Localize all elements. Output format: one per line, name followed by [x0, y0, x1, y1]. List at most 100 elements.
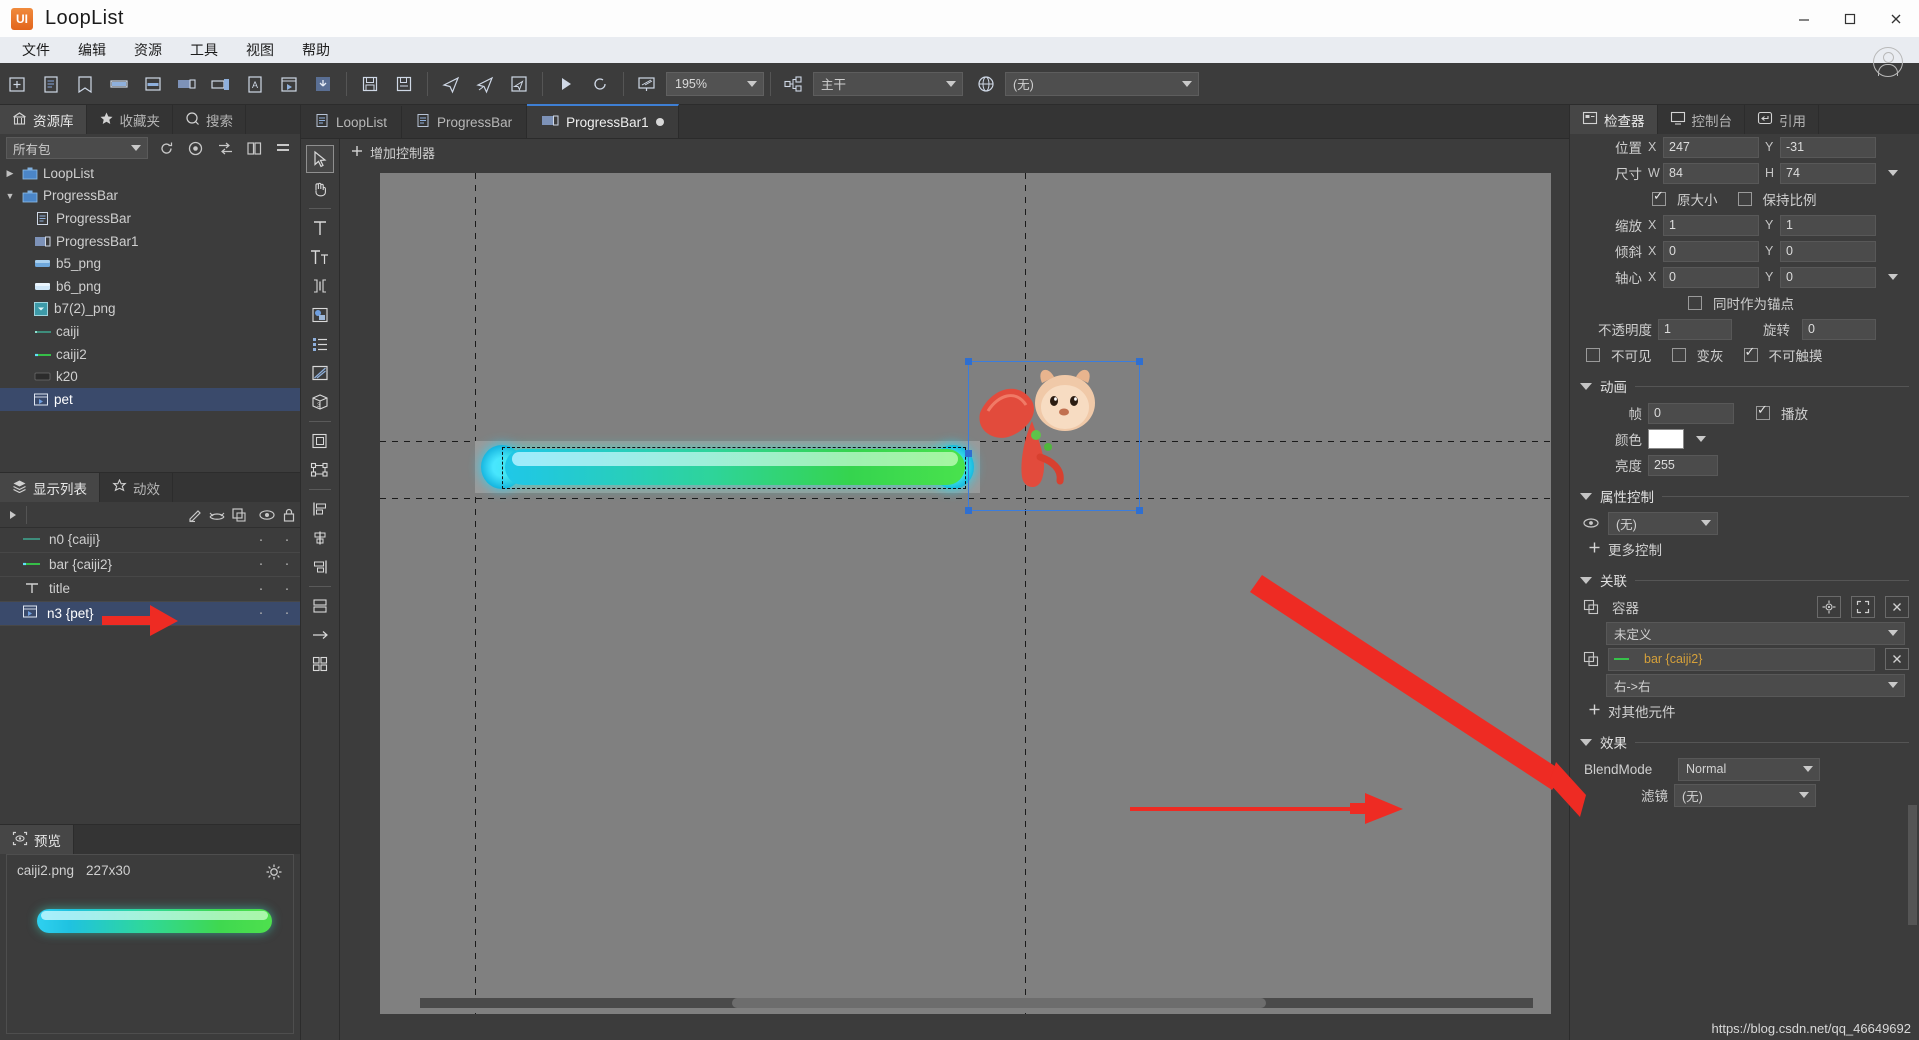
tree-item-progressbar[interactable]: ProgressBar — [0, 207, 300, 230]
resize-handle-tl[interactable] — [965, 358, 972, 365]
locate-icon[interactable] — [185, 137, 206, 159]
chevron-down-icon[interactable] — [741, 73, 763, 95]
lock-toggle[interactable]: · — [274, 581, 300, 596]
tree-item-caiji2[interactable]: caiji2 — [0, 343, 300, 366]
lock-icon[interactable] — [278, 504, 300, 526]
tree-item-progressbar1[interactable]: ProgressBar1 — [0, 230, 300, 253]
chevron-right-icon[interactable]: ▶ — [4, 168, 16, 179]
tab-display-list[interactable]: 显示列表 — [0, 473, 100, 502]
resize-handle-bl[interactable] — [965, 507, 972, 514]
scale-x-input[interactable]: 1 — [1663, 214, 1759, 236]
tab-preview[interactable]: 预览 — [0, 825, 74, 854]
group-tool-icon[interactable] — [307, 457, 333, 483]
minimize-button[interactable] — [1781, 0, 1827, 37]
relation-section-header[interactable]: 关联 — [1580, 566, 1909, 594]
rich-text-tool-icon[interactable] — [307, 244, 333, 270]
close-button[interactable] — [1873, 0, 1919, 37]
tree-item-k20[interactable]: k20 — [0, 365, 300, 388]
bar-component-icon[interactable] — [104, 71, 134, 97]
rotation-input[interactable]: 0 — [1802, 318, 1876, 340]
container-select[interactable]: 未定义 — [1606, 621, 1905, 645]
new-document-icon[interactable] — [36, 71, 66, 97]
resize-handle-tr[interactable] — [1136, 358, 1143, 365]
invisible-checkbox[interactable] — [1586, 348, 1600, 362]
sort-icon[interactable] — [214, 137, 235, 159]
publish-icon[interactable] — [436, 71, 466, 97]
package-filter-select[interactable]: 所有包 — [6, 137, 148, 159]
zoom-level-combo[interactable]: 195% — [666, 71, 764, 96]
color-swatch[interactable] — [1648, 429, 1684, 449]
component-tool-icon[interactable] — [307, 428, 333, 454]
chevron-down-icon[interactable]: ▼ — [4, 191, 16, 201]
user-avatar[interactable] — [1873, 47, 1903, 77]
movieclip-icon[interactable] — [274, 71, 304, 97]
filmstrip-icon[interactable] — [172, 71, 202, 97]
property-control-section-header[interactable]: 属性控制 — [1580, 482, 1909, 510]
publish-settings-icon[interactable] — [504, 71, 534, 97]
play-icon[interactable] — [551, 71, 581, 97]
columns-icon[interactable] — [244, 137, 265, 159]
animation-section-header[interactable]: 动画 — [1580, 372, 1909, 400]
chevron-down-icon[interactable] — [1176, 73, 1198, 95]
filter-select[interactable]: (无) — [1674, 783, 1816, 807]
branch-select[interactable]: 主干 — [813, 71, 963, 96]
add-more-control-button[interactable]: 更多控制 — [1580, 536, 1909, 562]
untouchable-checkbox[interactable] — [1743, 344, 1758, 362]
display-list-item-title[interactable]: title · · — [0, 577, 300, 602]
duplicate-icon[interactable] — [228, 504, 250, 526]
progress-bar-asset[interactable] — [475, 441, 980, 493]
menu-tools[interactable]: 工具 — [176, 38, 232, 62]
save-icon[interactable] — [355, 71, 385, 97]
refresh-icon[interactable] — [156, 137, 177, 159]
scale-y-input[interactable]: 1 — [1780, 214, 1876, 236]
chevron-down-icon[interactable] — [1882, 674, 1904, 696]
blendmode-select[interactable]: Normal — [1678, 757, 1820, 781]
play-checkbox[interactable] — [1756, 402, 1770, 420]
document-tab-progressbar1[interactable]: ProgressBar1 — [527, 104, 679, 138]
menu-resource[interactable]: 资源 — [120, 38, 176, 62]
tab-transitions[interactable]: 动效 — [100, 473, 173, 502]
tree-item-pet[interactable]: pet — [0, 387, 300, 411]
grayed-checkbox[interactable] — [1671, 348, 1686, 362]
chevron-down-icon[interactable] — [940, 73, 962, 95]
chevron-down-icon[interactable] — [125, 137, 147, 159]
maximize-button[interactable] — [1827, 0, 1873, 37]
size-w-input[interactable]: 84 — [1663, 162, 1759, 184]
fullscreen-icon[interactable] — [1851, 596, 1875, 618]
align-center-icon[interactable] — [307, 525, 333, 551]
relation-mode-select[interactable]: 右->右 — [1606, 673, 1905, 697]
inspector-scrollbar[interactable] — [1908, 805, 1917, 925]
graph-tool-icon[interactable] — [307, 360, 333, 386]
bookmark-icon[interactable] — [70, 71, 100, 97]
tree-item-b6-png[interactable]: b6_png — [0, 275, 300, 298]
gear-icon[interactable] — [265, 863, 283, 881]
lock-toggle[interactable]: · — [274, 532, 300, 547]
new-folder-icon[interactable] — [2, 71, 32, 97]
pivot-y-input[interactable]: 0 — [1780, 266, 1876, 288]
tab-search[interactable]: 搜索 — [173, 105, 246, 134]
eye-icon[interactable] — [1580, 512, 1602, 534]
align-right-icon[interactable] — [307, 554, 333, 580]
effects-section-header[interactable]: 效果 — [1580, 728, 1909, 756]
menu-help[interactable]: 帮助 — [288, 38, 344, 62]
opacity-input[interactable]: 1 — [1658, 318, 1732, 340]
artboard[interactable] — [380, 173, 1551, 1014]
eye-icon[interactable] — [256, 504, 278, 526]
loader-tool-icon[interactable] — [307, 302, 333, 328]
size-h-input[interactable]: 74 — [1780, 162, 1876, 184]
tab-favorites[interactable]: 收藏夹 — [86, 105, 173, 134]
add-controller-bar[interactable]: 增加控制器 — [340, 139, 1569, 165]
position-y-input[interactable]: -31 — [1780, 136, 1876, 158]
chevron-down-icon[interactable] — [1793, 784, 1815, 806]
anchor-checkbox[interactable] — [1688, 296, 1702, 310]
skew-x-input[interactable]: 0 — [1663, 240, 1759, 262]
align-left-icon[interactable] — [307, 496, 333, 522]
display-list-item-bar[interactable]: bar {caiji2} · · — [0, 553, 300, 577]
publish-all-icon[interactable] — [470, 71, 500, 97]
skew-y-input[interactable]: 0 — [1780, 240, 1876, 262]
menu-edit[interactable]: 编辑 — [64, 38, 120, 62]
hand-tool-icon[interactable] — [307, 176, 333, 202]
visibility-toggle[interactable]: · — [248, 556, 274, 571]
document-tab-looplist[interactable]: LoopList — [301, 106, 403, 138]
locale-select[interactable]: (无) — [1005, 71, 1199, 96]
